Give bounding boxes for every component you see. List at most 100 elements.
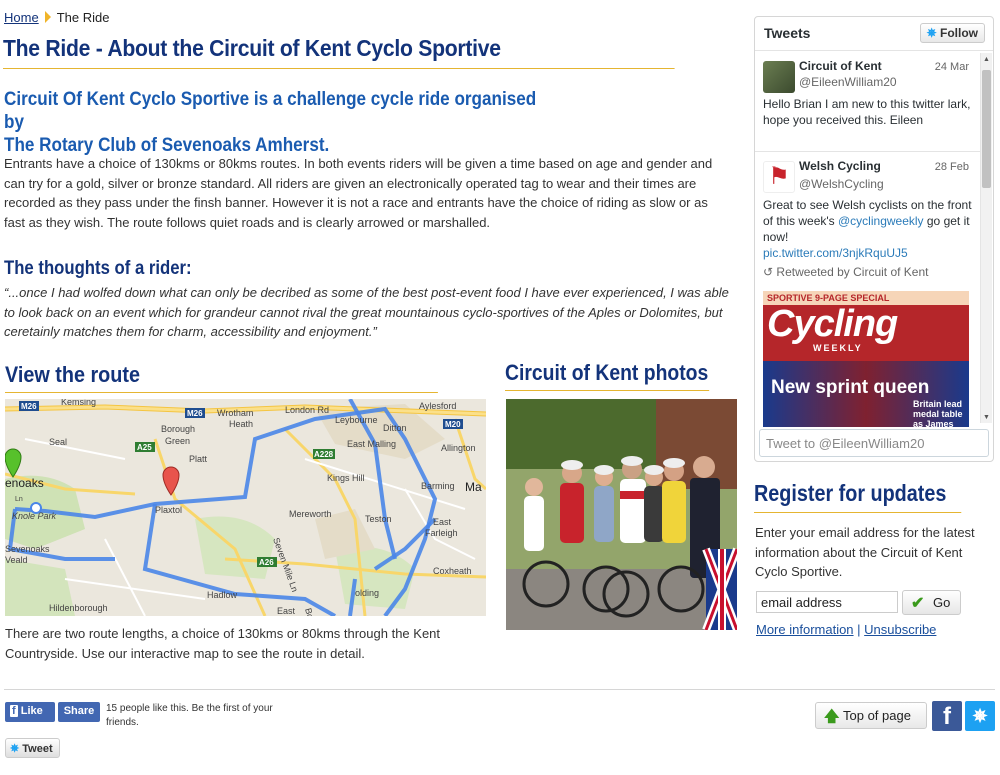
map-label-farleigh: Farleigh [425,528,458,538]
follow-label: Follow [940,26,978,40]
map-label-seal: Seal [49,437,67,447]
top-of-page-button[interactable]: 🡅 Top of page [815,702,927,729]
map-label-weald: Veald [5,555,28,565]
checkmark-icon: ✔ [911,595,925,612]
like-count-text: 15 people like this. Be the first of you… [106,703,273,728]
map-label-hildenborough: Hildenborough [49,603,108,613]
route-heading: View the route [5,362,438,393]
retweet-label: Retweeted by Circuit of Kent [776,265,929,279]
breadcrumb-arrow-icon [44,11,51,23]
tweet-item[interactable]: ⚑ Welsh Cycling @WelshCycling 28 Feb Gre… [755,155,977,295]
magazine-side-line3: as James [913,419,954,427]
map-label-platt: Platt [189,454,208,464]
magazine-side-line1: Britain lead [913,399,963,409]
map-label-green: Green [165,436,190,446]
map-label-ln: Ln [15,496,23,503]
map-label-heath: Heath [229,419,253,429]
map-label-sevenoaks: enoaks [5,476,44,490]
follow-button[interactable]: ✵ Follow [919,23,985,43]
riders-group-photo[interactable] [506,399,737,630]
photo-svg [506,399,737,630]
tweet-date[interactable]: 28 Feb [935,161,969,173]
tweet-mention-link[interactable]: @cyclingweekly [838,214,924,228]
go-label: Go [933,595,951,610]
map-svg: M26 M26 M20 A25 A228 A26 Kemsing Wrotham… [5,399,486,616]
twitter-widget: Tweets ✵ Follow Circuit of Kent @EileenW… [754,16,994,462]
map-label-kings-hill: Kings Hill [327,473,365,483]
facebook-like-button[interactable]: f Like [5,702,55,722]
tweet-item[interactable]: Circuit of Kent @EileenWilliam20 24 Mar … [755,53,977,163]
thoughts-heading: The thoughts of a rider: [4,258,192,279]
tweet-author-name[interactable]: Welsh Cycling [799,159,881,173]
go-button[interactable]: ✔ Go [902,590,961,615]
tweet-compose-box[interactable]: Tweet to @EileenWilliam20 [759,429,989,457]
map-label-a26: A26 [259,558,274,567]
scroll-up-icon[interactable]: ▲ [983,56,990,63]
scroll-thumb[interactable] [982,70,991,188]
avatar[interactable] [763,61,795,93]
arrow-up-icon: 🡅 [824,708,840,725]
breadcrumb: Home The Ride [4,10,109,25]
tweet-divider [755,151,980,152]
map-label-east: East [433,517,452,527]
map-label-teston: Teston [365,514,392,524]
tweet-text: Hello Brian I am new to this twitter lar… [763,97,971,127]
facebook-share-button[interactable]: Share [58,702,100,722]
unsubscribe-link[interactable]: Unsubscribe [864,622,936,637]
map-label-ma: Ma [465,480,482,494]
intro-heading-line1: Circuit Of Kent Cyclo Sportive is a chal… [4,89,537,133]
body-text: Entrants have a choice of 130kms or 80km… [4,156,713,230]
map-label-m20: M20 [445,420,461,429]
tweet-date[interactable]: 24 Mar [935,61,969,73]
map-label-a25: A25 [137,443,152,452]
tweet-pic-link[interactable]: pic.twitter.com/3njkRquUJ5 [763,246,908,260]
map-label-plaxtol: Plaxtol [155,505,182,515]
map-label-hadlow: Hadlow [207,590,238,600]
breadcrumb-current: The Ride [56,10,110,25]
more-information-link[interactable]: More information [756,622,854,637]
register-text: Enter your email address for the latest … [755,525,975,579]
start-point-icon [30,502,42,514]
page-title: The Ride - About the Circuit of Kent Cyc… [3,35,675,69]
map-label-wrotham: Wrotham [217,408,253,418]
welsh-cycling-avatar[interactable]: ⚑ [763,161,795,193]
tweet-author-handle[interactable]: @EileenWilliam20 [799,75,897,89]
register-heading: Register for updates [754,480,962,513]
map-label-ditton: Ditton [383,423,407,433]
tweets-scrollbar[interactable]: ▲ ▼ [980,53,992,423]
magazine-title: Cycling [767,303,898,345]
map-label-m26b: M26 [187,409,203,418]
email-field[interactable] [756,591,898,613]
map-label-leybourne: Leybourne [335,415,378,425]
rider-quote: “...once I had wolfed down what can only… [4,285,729,339]
map-label-allington: Allington [441,443,476,453]
map-label-kemsing: Kemsing [61,399,96,407]
map-label-m26a: M26 [21,402,37,411]
scroll-down-icon[interactable]: ▼ [983,414,990,421]
twitter-bird-icon: ✵ [10,743,20,755]
map-label-golding: olding [355,588,379,598]
map-label-borough: Borough [161,424,195,434]
map-label-aylesford: Aylesford [419,401,456,411]
route-map[interactable]: M26 M26 M20 A25 A228 A26 Kemsing Wrotham… [5,399,486,616]
map-label-mereworth: Mereworth [289,509,332,519]
retweet-info: ↺ Retweeted by Circuit of Kent [763,265,928,279]
tweet-button[interactable]: ✵ Tweet [5,738,60,758]
twitter-icon[interactable]: ✵ [965,701,995,731]
breadcrumb-home-link[interactable]: Home [4,10,39,25]
map-label-sevenoaks-lower: Sevenoaks [5,544,50,554]
intro-heading-line2: The Rotary Club of Sevenoaks Amherst. [4,135,330,156]
map-label-coxheath: Coxheath [433,566,472,576]
intro-heading: Circuit Of Kent Cyclo Sportive is a chal… [4,88,544,157]
tweet-author-name[interactable]: Circuit of Kent [799,59,882,73]
retweet-icon: ↺ [763,265,774,279]
photos-heading: Circuit of Kent photos [505,360,710,391]
tweet-label: Tweet [22,743,53,755]
cycling-weekly-cover-image[interactable]: SPORTIVE 9-PAGE SPECIAL Cycling WEEKLY N… [763,291,969,427]
tweet-author-handle[interactable]: @WelshCycling [799,177,884,191]
links-separator: | [853,622,865,637]
like-label: Like [20,705,43,717]
facebook-icon[interactable]: f [932,701,962,731]
footer-divider [4,689,995,690]
magazine-side-line2: medal table [913,409,963,419]
